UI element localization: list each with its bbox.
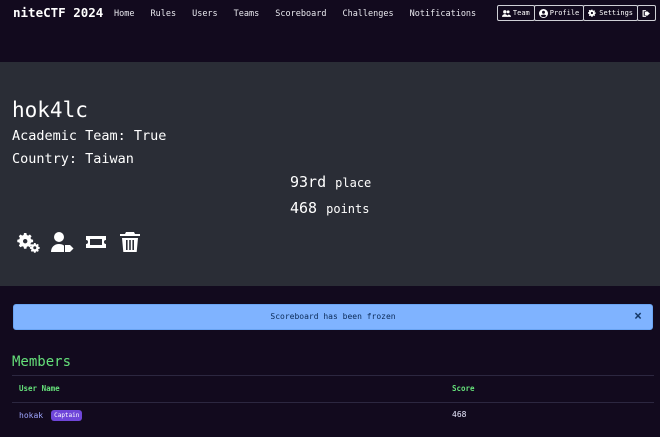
team-actions — [16, 230, 152, 254]
brand-logo[interactable]: niteCTF 2024 — [13, 5, 103, 20]
nav-scoreboard[interactable]: Scoreboard — [275, 9, 326, 19]
place-label: place — [335, 176, 372, 190]
members-heading: Members — [12, 354, 72, 370]
navbar: niteCTF 2024 Home Rules Users Teams Scor… — [0, 0, 660, 62]
user-tag-icon[interactable] — [50, 230, 74, 254]
alert-close-button[interactable]: × — [634, 309, 642, 324]
member-user-cell: hokak Captain — [19, 410, 83, 421]
sign-out-icon — [642, 9, 650, 17]
users-icon — [501, 9, 511, 17]
column-user-name[interactable]: User Name — [19, 384, 60, 393]
nav-users[interactable]: Users — [192, 9, 218, 19]
nav-rules[interactable]: Rules — [150, 9, 176, 19]
user-nav-buttons: Team Profile Settings — [496, 5, 656, 21]
points-label: points — [326, 202, 370, 216]
team-button-label: Team — [512, 9, 530, 17]
profile-button-label: Profile — [549, 9, 580, 17]
nav-home[interactable]: Home — [114, 9, 134, 19]
alert-message: Scoreboard has been frozen — [270, 312, 396, 321]
team-place: 93rd place — [290, 173, 371, 191]
nav-challenges[interactable]: Challenges — [342, 9, 393, 19]
user-circle-icon — [538, 8, 548, 18]
team-points: 468 points — [290, 199, 369, 217]
points-value: 468 — [290, 199, 318, 217]
table-header-divider — [12, 402, 654, 403]
scoreboard-frozen-alert: Scoreboard has been frozen × — [13, 304, 653, 330]
column-score[interactable]: Score — [452, 384, 475, 393]
member-user-link[interactable]: hokak — [19, 411, 43, 420]
cogs-icon — [588, 9, 597, 17]
ticket-icon[interactable] — [84, 230, 108, 254]
team-country: Country: Taiwan — [12, 151, 134, 167]
academic-team: Academic Team: True — [12, 128, 167, 144]
nav-links: Home Rules Users Teams Scoreboard Challe… — [114, 9, 492, 19]
place-value: 93rd — [290, 173, 327, 191]
members-divider — [12, 375, 654, 376]
team-header: hok4lc Academic Team: True Country: Taiw… — [0, 62, 660, 286]
nav-teams[interactable]: Teams — [234, 9, 260, 19]
profile-button[interactable]: Profile — [533, 5, 585, 21]
settings-button-label: Settings — [599, 9, 633, 17]
trash-icon[interactable] — [118, 230, 142, 254]
team-button[interactable]: Team — [496, 5, 535, 21]
logout-button[interactable] — [637, 5, 656, 21]
captain-badge: Captain — [51, 410, 83, 421]
settings-icon[interactable] — [16, 230, 40, 254]
settings-button[interactable]: Settings — [583, 5, 638, 21]
nav-notifications[interactable]: Notifications — [410, 9, 477, 19]
team-name: hok4lc — [12, 98, 88, 122]
member-score: 468 — [452, 410, 467, 419]
